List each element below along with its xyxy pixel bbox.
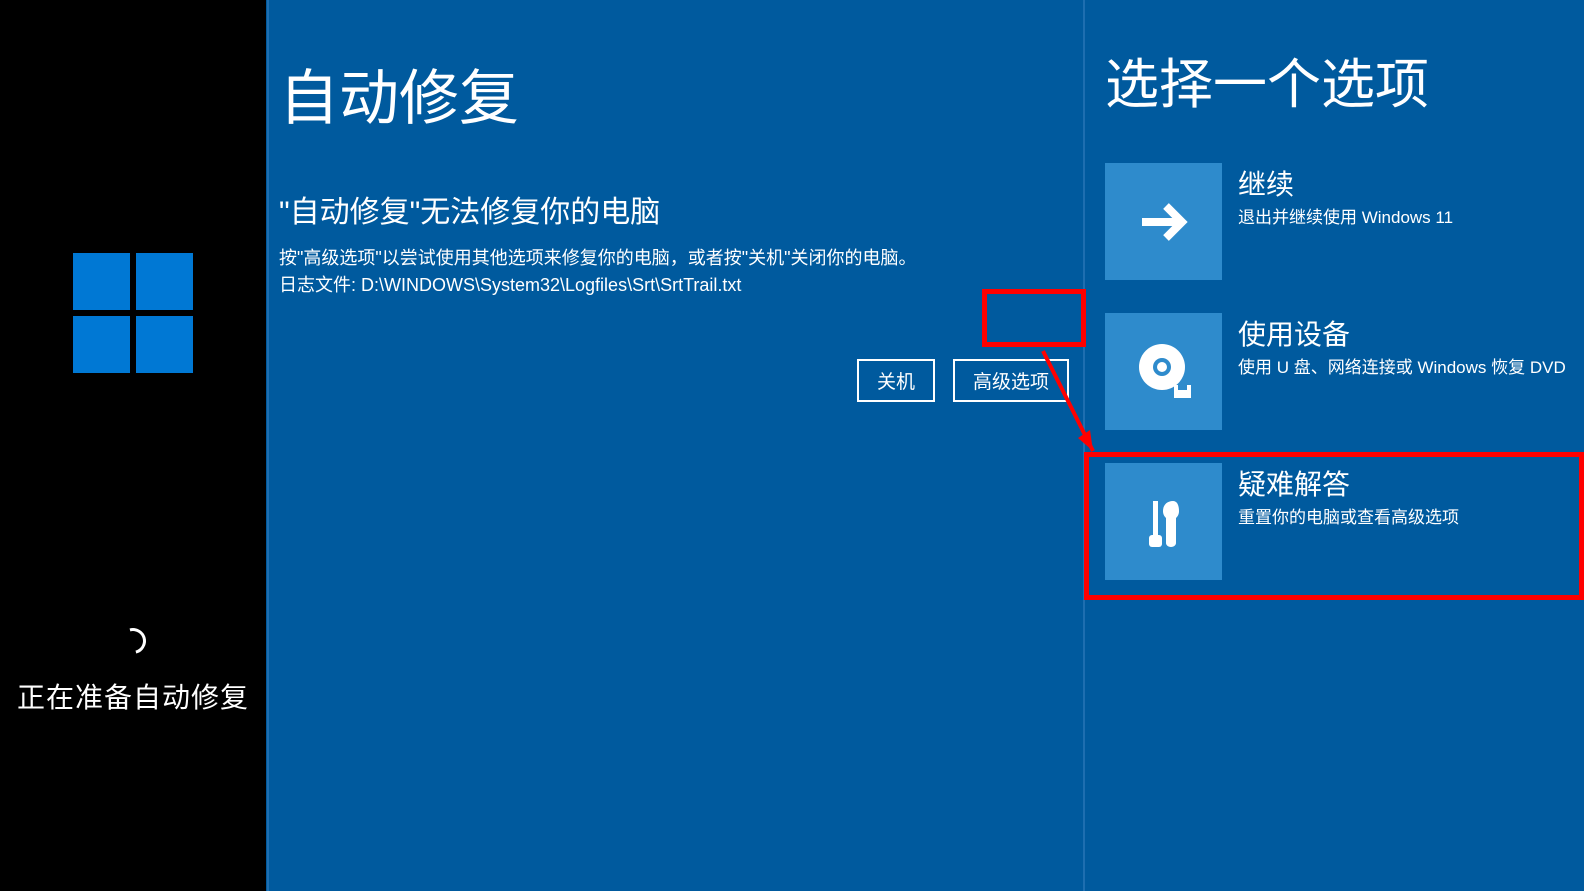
- option-use-device[interactable]: 使用设备 使用 U 盘、网络连接或 Windows 恢复 DVD: [1105, 313, 1572, 430]
- repair-title: 自动修复: [279, 50, 1073, 137]
- shutdown-button[interactable]: 关机: [857, 359, 935, 402]
- boot-loading-panel: 正在准备自动修复: [0, 0, 266, 891]
- option-title: 使用设备: [1238, 313, 1566, 353]
- automatic-repair-panel: 自动修复 "自动修复"无法修复你的电脑 按"高级选项"以尝试使用其他选项来修复你…: [267, 0, 1085, 891]
- option-troubleshoot[interactable]: 疑难解答 重置你的电脑或查看高级选项: [1105, 463, 1572, 580]
- choose-title: 选择一个选项: [1105, 40, 1572, 119]
- repair-subtitle: "自动修复"无法修复你的电脑: [279, 187, 1073, 231]
- option-desc: 使用 U 盘、网络连接或 Windows 恢复 DVD: [1238, 357, 1566, 379]
- tools-icon: [1105, 463, 1222, 580]
- option-title: 疑难解答: [1238, 463, 1459, 503]
- boot-status-text: 正在准备自动修复: [17, 676, 249, 716]
- windows-logo-icon: [73, 253, 193, 373]
- advanced-options-button[interactable]: 高级选项: [953, 359, 1069, 402]
- option-desc: 退出并继续使用 Windows 11: [1238, 207, 1453, 229]
- option-desc: 重置你的电脑或查看高级选项: [1238, 507, 1459, 529]
- disc-icon: [1105, 313, 1222, 430]
- option-continue[interactable]: 继续 退出并继续使用 Windows 11: [1105, 163, 1572, 280]
- loading-spinner-icon: [115, 623, 151, 659]
- arrow-right-icon: [1105, 163, 1222, 280]
- choose-option-panel: 选择一个选项 继续 退出并继续使用 Windows 11 使用设备 使用 U 盘…: [1087, 0, 1584, 891]
- repair-hint-text: 按"高级选项"以尝试使用其他选项来修复你的电脑，或者按"关机"关闭你的电脑。: [279, 245, 1073, 272]
- repair-log-text: 日志文件: D:\WINDOWS\System32\Logfiles\Srt\S…: [279, 272, 1073, 299]
- option-title: 继续: [1238, 163, 1453, 203]
